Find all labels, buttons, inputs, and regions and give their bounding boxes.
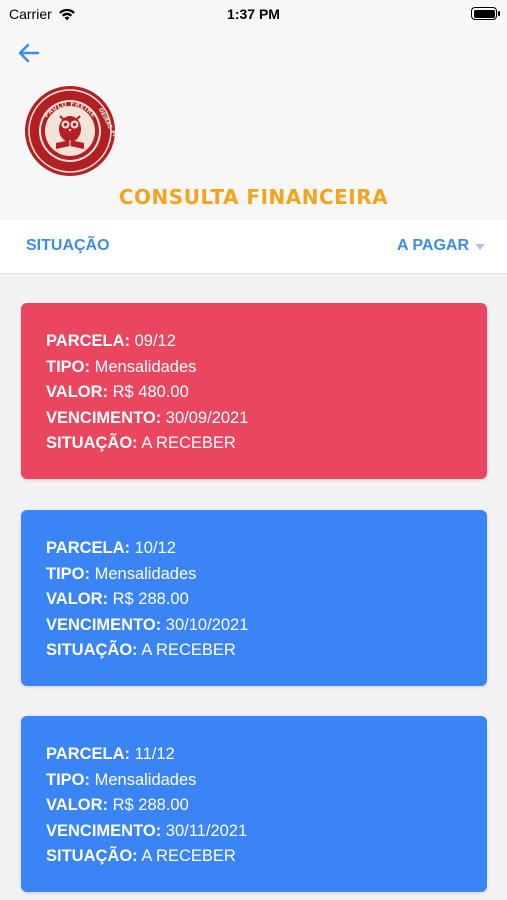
battery-icon [471, 7, 500, 20]
situation-dropdown[interactable]: A PAGAR [397, 237, 485, 255]
installment-type-label: TIPO: [46, 357, 90, 376]
installment-type-row: TIPO: Mensalidades [46, 562, 487, 588]
installment-status-value: A RECEBER [141, 434, 236, 453]
installment-status-value: A RECEBER [141, 847, 236, 866]
installment-card[interactable]: PARCELA: 11/12 TIPO: Mensalidades VALOR: R… [21, 716, 487, 892]
installment-due-date-label: VENCIMENTO: [46, 408, 162, 427]
installment-status-label: SITUAÇÃO: [46, 847, 138, 866]
installment-type-row: TIPO: Mensalidades [46, 768, 487, 794]
filter-label: SITUAÇÃO [26, 237, 110, 254]
installment-status-row: SITUAÇÃO: A RECEBER [46, 431, 487, 457]
installment-status-row: SITUAÇÃO: A RECEBER [46, 844, 487, 870]
installment-number-label: PARCELA: [46, 332, 131, 350]
installment-due-date-row: VENCIMENTO: 30/10/2021 [46, 613, 487, 639]
status-bar: Carrier 1:37 PM [0, 0, 507, 30]
installment-value-value: R$ 288.00 [112, 796, 189, 815]
installment-due-date-label: VENCIMENTO: [46, 821, 162, 840]
page-title: CONSULTA FINANCEIRA [118, 185, 389, 209]
installment-due-date-value: 30/11/2021 [165, 821, 248, 840]
installment-type-row: TIPO: Mensalidades [46, 355, 487, 381]
installment-number-value: 09/12 [134, 332, 176, 350]
installment-value-value: R$ 288.00 [112, 590, 189, 609]
installment-value-label: VALOR: [46, 383, 109, 402]
installment-type-value: Mensalidades [94, 357, 197, 376]
installment-status-label: SITUAÇÃO: [46, 641, 138, 660]
installment-number-row: PARCELA: 11/12 [46, 742, 487, 768]
installment-due-date-row: VENCIMENTO: 30/09/2021 [46, 406, 487, 432]
installment-number-row: PARCELA: 09/12 [46, 329, 487, 355]
filter-bar: SITUAÇÃO A PAGAR [0, 220, 507, 274]
installment-value-value: R$ 480.00 [112, 383, 189, 402]
installment-card[interactable]: PARCELA: 09/12 TIPO: Mensalidades VALOR: R… [21, 303, 487, 479]
installment-status-label: SITUAÇÃO: [46, 434, 138, 453]
installment-due-date-value: 30/09/2021 [165, 408, 249, 427]
status-time: 1:37 PM [227, 6, 280, 22]
school-logo: PAULO FREIRE OEIRAS-PI [25, 86, 116, 176]
arrow-left-icon [18, 43, 40, 63]
installment-value-label: VALOR: [46, 796, 109, 815]
installment-number-label: PARCELA: [46, 539, 131, 557]
installment-number-value: 10/12 [134, 539, 176, 557]
back-button[interactable] [14, 38, 44, 68]
installment-due-date-label: VENCIMENTO: [46, 615, 162, 634]
dropdown-value: A PAGAR [397, 237, 469, 254]
installment-type-label: TIPO: [46, 564, 90, 583]
installment-card[interactable]: PARCELA: 10/12 TIPO: Mensalidades VALOR: R… [21, 510, 487, 686]
installment-status-value: A RECEBER [141, 641, 236, 660]
installment-value-label: VALOR: [46, 590, 109, 609]
chevron-down-icon [475, 243, 485, 250]
installment-due-date-value: 30/10/2021 [165, 615, 249, 634]
installment-due-date-row: VENCIMENTO: 30/11/2021 [46, 819, 487, 845]
installment-status-row: SITUAÇÃO: A RECEBER [46, 638, 487, 664]
installment-type-value: Mensalidades [94, 770, 197, 789]
installment-number-row: PARCELA: 10/12 [46, 536, 487, 562]
installment-value-row: VALOR: R$ 480.00 [46, 380, 487, 406]
installment-value-row: VALOR: R$ 288.00 [46, 793, 487, 819]
installment-number-label: PARCELA: [46, 745, 131, 763]
header: PAULO FREIRE OEIRAS-PI CONSULTA FINANCEI… [0, 30, 507, 220]
installment-type-label: TIPO: [46, 770, 90, 789]
installment-type-value: Mensalidades [94, 564, 197, 583]
installment-number-value: 11/12 [134, 745, 175, 763]
installment-value-row: VALOR: R$ 288.00 [46, 587, 487, 613]
